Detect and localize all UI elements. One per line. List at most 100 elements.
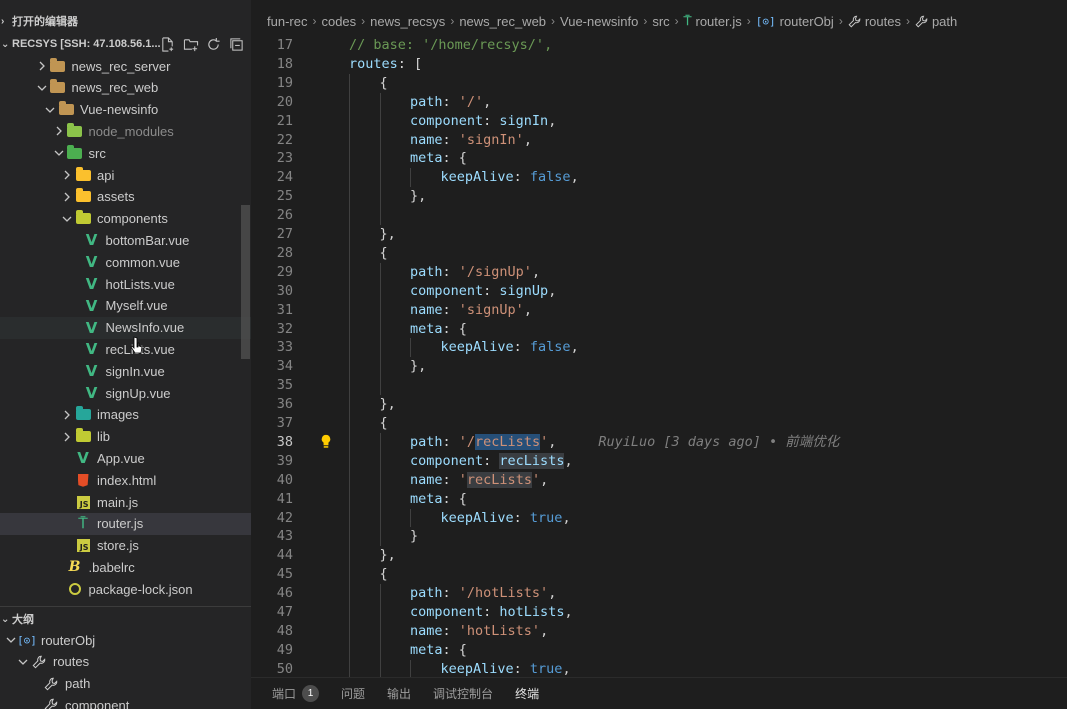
tree-folder[interactable]: components bbox=[0, 208, 251, 230]
code-line[interactable]: 27}, bbox=[251, 225, 1067, 244]
tree-file[interactable]: VsignIn.vue bbox=[0, 360, 251, 382]
code-line[interactable]: 44}, bbox=[251, 546, 1067, 565]
code-line[interactable]: 20 path: '/', bbox=[251, 93, 1067, 112]
tree-file[interactable]: Vcommon.vue bbox=[0, 251, 251, 273]
code-line[interactable]: 25}, bbox=[251, 187, 1067, 206]
tree-file[interactable]: JS main.js bbox=[0, 491, 251, 513]
panel-tab[interactable]: 问题 bbox=[341, 685, 365, 702]
code-line[interactable]: 43} bbox=[251, 527, 1067, 546]
code-line[interactable]: 30 component: signUp, bbox=[251, 282, 1067, 301]
breadcrumb-item[interactable]: codes bbox=[321, 14, 356, 29]
code-editor[interactable]: 17// base: '/home/recsys/', 18 routes: [19… bbox=[251, 35, 1067, 677]
tree-folder[interactable]: node_modules bbox=[0, 120, 251, 142]
code-line[interactable]: 24 keepAlive: false, bbox=[251, 168, 1067, 187]
tree-file[interactable]: V Myself.vue bbox=[0, 295, 251, 317]
collapse-all-icon[interactable] bbox=[228, 36, 245, 52]
breadcrumb-item[interactable]: ⍑ router.js bbox=[684, 13, 742, 29]
tree-file[interactable]: VsignUp.vue bbox=[0, 382, 251, 404]
breadcrumb-item[interactable]: fun-rec bbox=[267, 14, 307, 29]
tree-file[interactable]: routes bbox=[0, 651, 251, 673]
breadcrumb-item[interactable]: Vue-newsinfo bbox=[560, 14, 638, 29]
code-line[interactable]: 41 meta: { bbox=[251, 490, 1067, 509]
new-folder-icon[interactable] bbox=[182, 36, 199, 52]
tree-file[interactable]: ⍑ router.js bbox=[0, 512, 251, 535]
code-line[interactable]: 36}, bbox=[251, 395, 1067, 414]
breadcrumb-item[interactable]: [⊙] routerObj bbox=[756, 14, 834, 29]
tree-folder[interactable]: lib bbox=[0, 426, 251, 448]
tree-file[interactable]: package-lock.json bbox=[0, 578, 251, 600]
tree-folder[interactable]: Vue-newsinfo bbox=[0, 99, 251, 121]
code-line[interactable]: 38 path: '/recLists', RuyiLuo [3 days ago]… bbox=[251, 433, 1067, 452]
code-line[interactable]: 42 keepAlive: true, bbox=[251, 509, 1067, 528]
breadcrumb-item[interactable]: news_recsys bbox=[370, 14, 445, 29]
code-line[interactable]: 45 { bbox=[251, 565, 1067, 584]
code-text: name: 'hotLists', bbox=[410, 622, 548, 641]
code-line[interactable]: 49 meta: { bbox=[251, 641, 1067, 660]
tree-folder[interactable]: images bbox=[0, 404, 251, 426]
breadcrumb-label: routes bbox=[864, 13, 901, 29]
breadcrumb-item[interactable]: routes bbox=[848, 14, 901, 29]
breadcrumb-item[interactable]: news_rec_web bbox=[459, 14, 546, 29]
code-line[interactable]: 50 keepAlive: true, bbox=[251, 660, 1067, 677]
code-text: }, bbox=[410, 187, 426, 206]
tree-file[interactable]: VhotLists.vue bbox=[0, 273, 251, 295]
code-line[interactable]: 26 bbox=[251, 206, 1067, 225]
line-number: 24 bbox=[276, 169, 293, 186]
breadcrumb-item[interactable]: path bbox=[915, 14, 957, 29]
code-token: { bbox=[379, 415, 388, 431]
tree-file[interactable]: B .babelrc bbox=[0, 556, 251, 578]
code-line[interactable]: 22 name: 'signIn', bbox=[251, 131, 1067, 150]
tree-file[interactable]: V NewsInfo.vue bbox=[0, 316, 251, 339]
tree-folder[interactable]: news_rec_server bbox=[0, 55, 251, 77]
panel-tab[interactable]: 调试控制台 bbox=[433, 685, 493, 702]
code-line[interactable]: 18 routes: [ bbox=[251, 55, 1067, 74]
tree-file[interactable]: V App.vue bbox=[0, 447, 251, 469]
breadcrumb-item[interactable]: src bbox=[652, 14, 669, 29]
tree-file[interactable]: VrecLists.vue bbox=[0, 338, 251, 360]
panel-tab[interactable]: 端口 1 bbox=[272, 685, 320, 702]
code-line[interactable]: 21 component: signIn, bbox=[251, 112, 1067, 131]
code-line[interactable]: 34}, bbox=[251, 357, 1067, 376]
code-line[interactable]: 47 component: hotLists, bbox=[251, 603, 1067, 622]
code-line[interactable]: 46 path: '/hotLists', bbox=[251, 584, 1067, 603]
code-token: : bbox=[442, 585, 459, 602]
tree-file[interactable]: VbottomBar.vue bbox=[0, 229, 251, 251]
wrench-icon bbox=[915, 15, 928, 28]
code-text: path: '/hotLists', bbox=[410, 584, 556, 603]
code-line[interactable]: 48 name: 'hotLists', bbox=[251, 622, 1067, 641]
code-line[interactable]: 17 // base: '/home/recsys/', bbox=[251, 36, 1067, 55]
panel-tab[interactable]: 终端 bbox=[515, 685, 539, 702]
tree-folder[interactable]: api bbox=[0, 164, 251, 186]
open-editors-header[interactable]: › 打开的编辑器 bbox=[0, 10, 251, 32]
code-line[interactable]: 33 keepAlive: false, bbox=[251, 338, 1067, 357]
refresh-icon[interactable] bbox=[205, 36, 222, 52]
line-number: 22 bbox=[276, 131, 293, 148]
code-line[interactable]: 19 { bbox=[251, 74, 1067, 93]
panel-tab[interactable]: 输出 bbox=[387, 685, 411, 702]
tree-folder[interactable]: assets bbox=[0, 186, 251, 208]
code-line[interactable]: 35 bbox=[251, 376, 1067, 395]
code-line[interactable]: 37 { bbox=[251, 414, 1067, 433]
code-line[interactable]: 29 path: '/signUp', bbox=[251, 263, 1067, 282]
code-line[interactable]: 28 { bbox=[251, 244, 1067, 263]
tree-file[interactable]: [⊙] routerObj bbox=[0, 629, 251, 651]
tree-file[interactable]: path bbox=[0, 673, 251, 695]
tree-file[interactable]: index.html bbox=[0, 469, 251, 491]
outline-header[interactable]: ⌄ 大纲 bbox=[0, 608, 251, 630]
sidebar-scrollbar[interactable] bbox=[241, 205, 250, 359]
tree-file[interactable]: component bbox=[0, 694, 251, 709]
tree-folder[interactable]: src bbox=[0, 142, 251, 164]
code-line[interactable]: 31 name: 'signUp', bbox=[251, 301, 1067, 320]
new-file-icon[interactable] bbox=[159, 36, 176, 52]
code-text: }, bbox=[410, 357, 426, 376]
folder-icon bbox=[74, 406, 92, 423]
tree-file[interactable]: JS store.js bbox=[0, 535, 251, 557]
code-line[interactable]: 23 meta: { bbox=[251, 149, 1067, 168]
workspace-root-header[interactable]: ⌄ RECSYS [SSH: 47.108.56.1... bbox=[0, 33, 251, 55]
lightbulb-icon[interactable] bbox=[320, 434, 332, 448]
code-line[interactable]: 32 meta: { bbox=[251, 320, 1067, 339]
code-token: keepAlive bbox=[440, 169, 514, 186]
code-line[interactable]: 40 name: 'recLists', bbox=[251, 471, 1067, 490]
code-line[interactable]: 39 component: recLists, bbox=[251, 452, 1067, 471]
tree-folder[interactable]: news_rec_web bbox=[0, 77, 251, 99]
